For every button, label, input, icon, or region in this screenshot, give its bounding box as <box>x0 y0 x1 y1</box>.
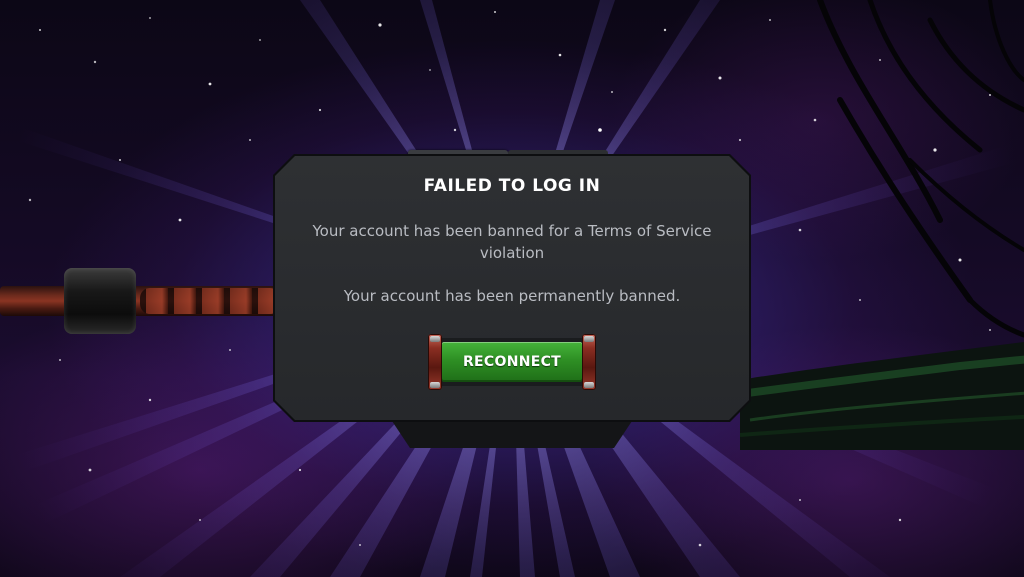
dialog-title: FAILED TO LOG IN <box>423 176 601 196</box>
game-scene: FAILED TO LOG IN Your account has been b… <box>0 0 1024 577</box>
ban-status-message: Your account has been permanently banned… <box>343 287 681 305</box>
reconnect-button-right-cap <box>582 334 596 390</box>
staff-weapon <box>0 268 300 334</box>
staff-cap <box>64 268 136 334</box>
staff-pattern <box>140 288 280 314</box>
dark-vines <box>817 0 1024 338</box>
ban-reason-message: Your account has been banned for a Terms… <box>312 222 712 262</box>
dialog-bottom-tab <box>390 418 634 448</box>
reconnect-button[interactable]: RECONNECT <box>428 334 596 390</box>
reconnect-button-label: RECONNECT <box>462 354 562 370</box>
reconnect-button-left-cap <box>428 334 442 390</box>
green-sleeve <box>740 342 1024 450</box>
